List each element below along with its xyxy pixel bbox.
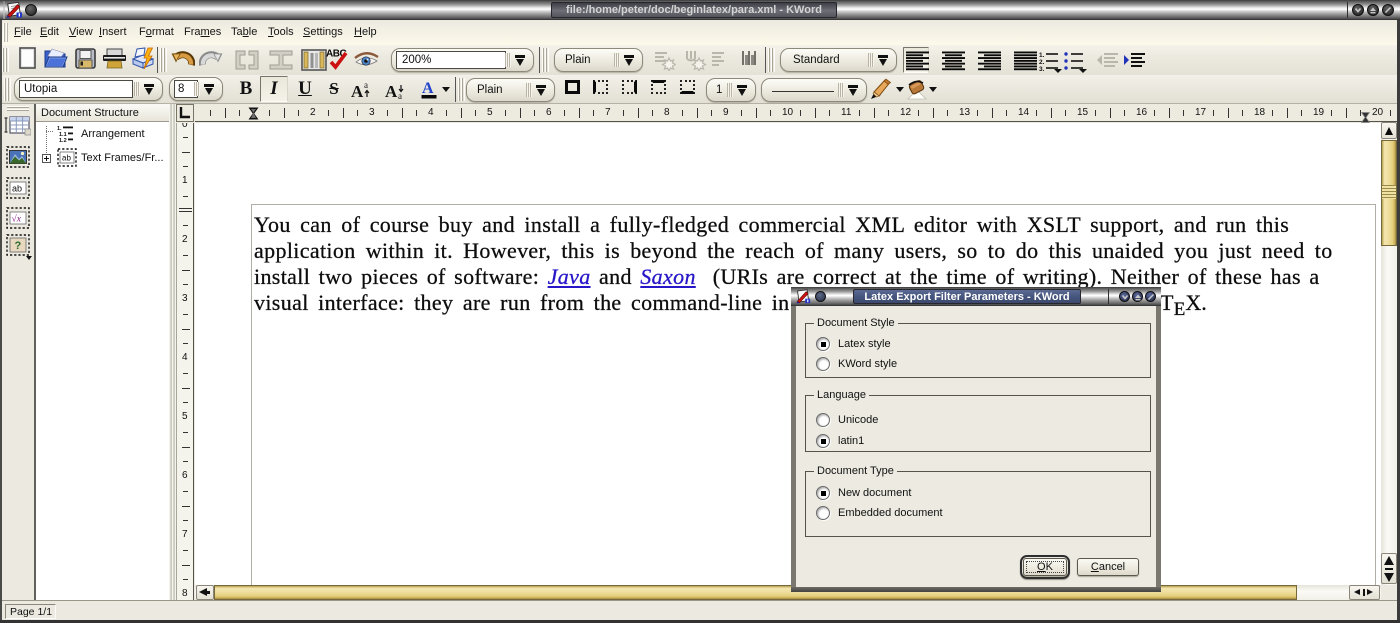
- svg-text:?: ?: [15, 240, 22, 252]
- svg-text:2.: 2.: [1039, 59, 1045, 66]
- svg-text:1.: 1.: [1039, 52, 1045, 59]
- svg-text:√x: √x: [12, 214, 22, 225]
- svg-text:A: A: [351, 82, 364, 101]
- svg-text:A: A: [422, 80, 434, 97]
- svg-text:A: A: [385, 82, 398, 101]
- svg-text:a: a: [364, 80, 368, 90]
- svg-text:3.: 3.: [1039, 66, 1045, 73]
- svg-text:ab: ab: [12, 184, 22, 194]
- svg-text:a: a: [398, 91, 402, 101]
- svg-text:ab: ab: [62, 154, 71, 163]
- svg-text:1.2: 1.2: [59, 138, 67, 142]
